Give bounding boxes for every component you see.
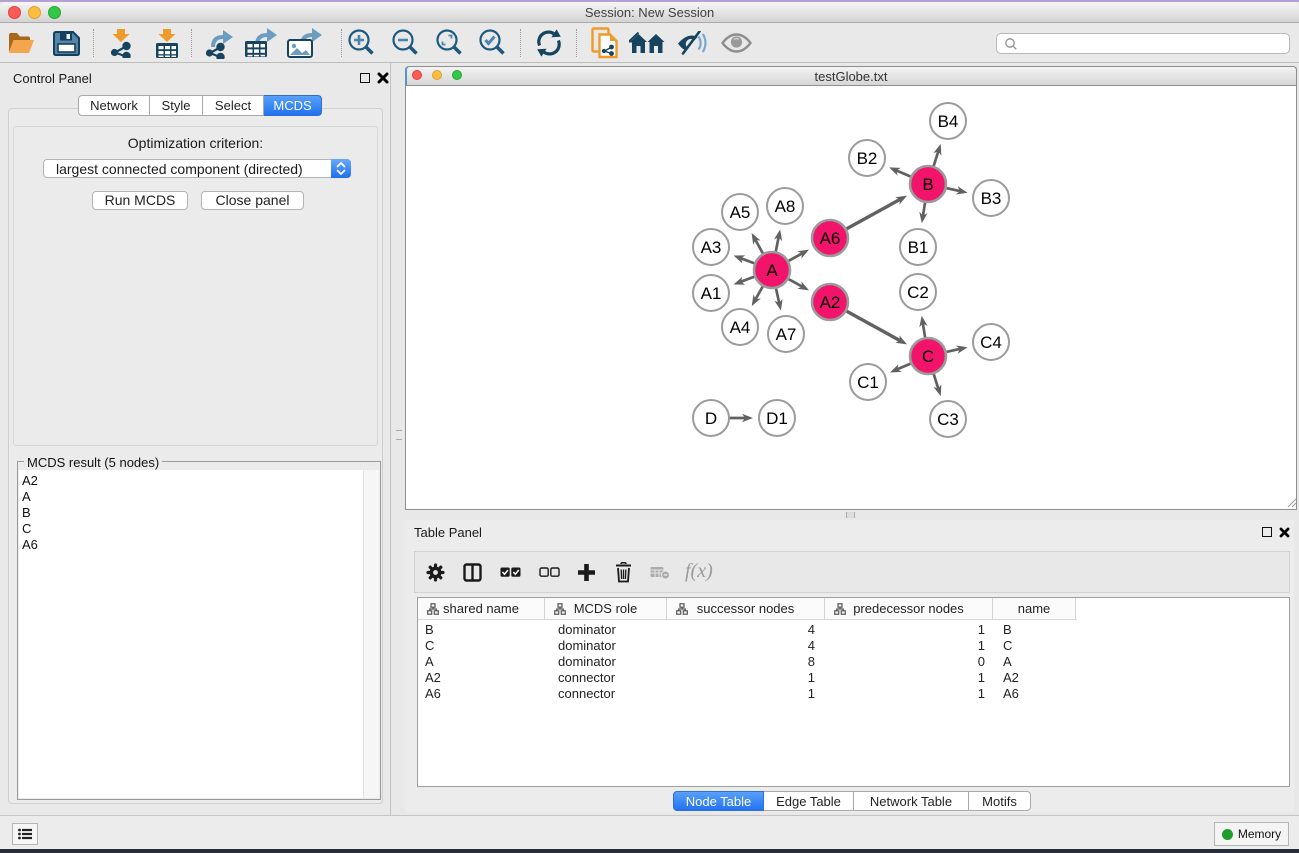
svg-text:A: A bbox=[766, 261, 778, 280]
svg-text:D1: D1 bbox=[766, 409, 788, 428]
svg-text:B1: B1 bbox=[908, 238, 929, 257]
svg-text:A8: A8 bbox=[775, 197, 796, 216]
svg-text:C3: C3 bbox=[937, 410, 959, 429]
svg-text:B: B bbox=[922, 175, 933, 194]
svg-text:A1: A1 bbox=[701, 284, 722, 303]
svg-text:C: C bbox=[922, 347, 934, 366]
svg-text:C1: C1 bbox=[857, 373, 879, 392]
svg-text:C2: C2 bbox=[907, 283, 929, 302]
svg-text:B3: B3 bbox=[981, 189, 1002, 208]
svg-text:A2: A2 bbox=[820, 293, 841, 312]
svg-text:C4: C4 bbox=[980, 333, 1002, 352]
svg-text:A5: A5 bbox=[730, 203, 751, 222]
svg-text:A3: A3 bbox=[701, 238, 722, 257]
svg-text:A7: A7 bbox=[776, 325, 797, 344]
svg-text:A4: A4 bbox=[730, 318, 751, 337]
svg-text:B4: B4 bbox=[938, 112, 959, 131]
svg-text:A6: A6 bbox=[820, 229, 841, 248]
svg-text:D: D bbox=[705, 409, 717, 428]
svg-text:B2: B2 bbox=[857, 149, 878, 168]
